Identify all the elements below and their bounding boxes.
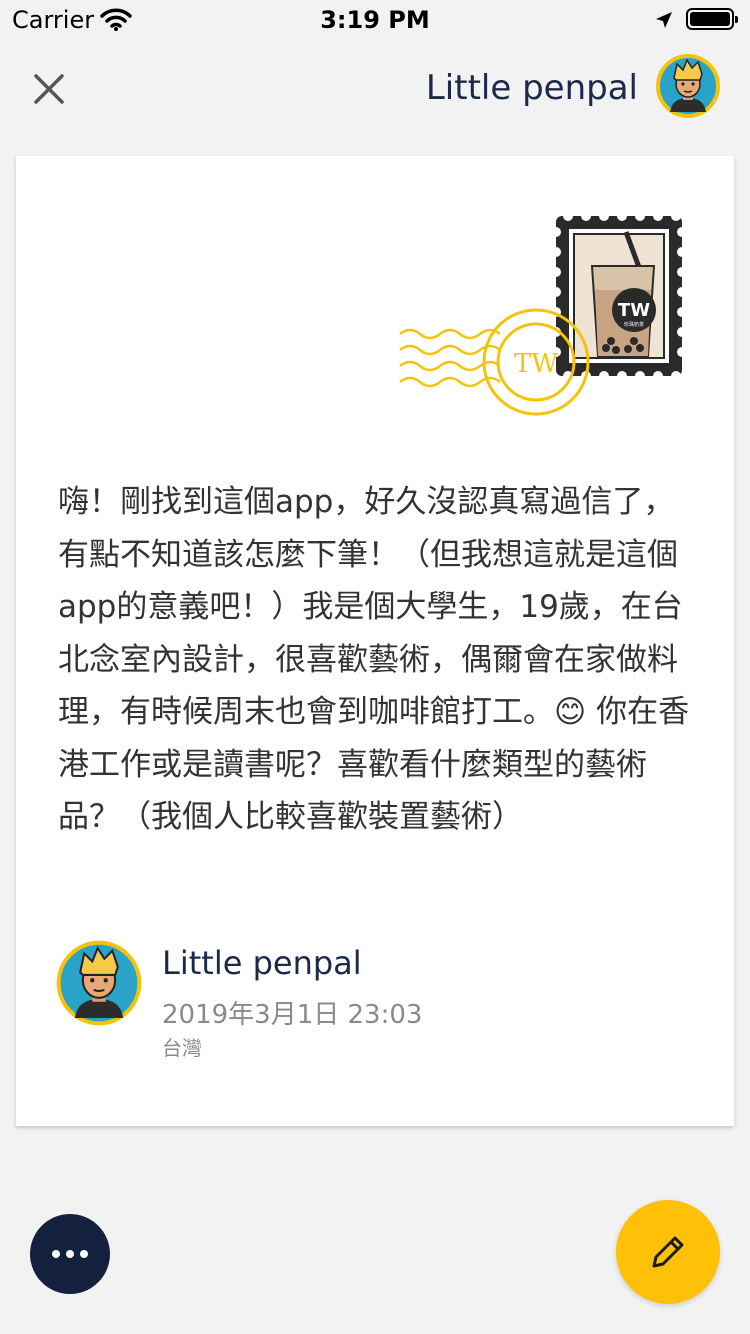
author-name: Little penpal (162, 944, 362, 982)
stamp-sub-label: 珍珠奶茶 (624, 321, 644, 328)
battery-icon (686, 8, 738, 30)
letter-date: 2019年3月1日 23:03 (162, 1000, 423, 1030)
compose-reply-button[interactable] (616, 1200, 720, 1304)
status-time: 3:19 PM (320, 6, 430, 34)
close-icon (34, 74, 64, 104)
letter-location: 台灣 (162, 1036, 202, 1060)
letter-card: TW 珍珠奶茶 TW 嗨！剛找到這個app，好久沒認真寫過信了，有點不知道該怎麼… (16, 156, 734, 1126)
postmark-label: TW (514, 349, 558, 379)
more-options-button[interactable] (30, 1214, 110, 1294)
author-avatar[interactable] (56, 940, 142, 1026)
close-button[interactable] (28, 68, 70, 110)
location-arrow-icon (656, 12, 672, 28)
pencil-icon (652, 1236, 684, 1268)
header-avatar[interactable] (656, 54, 720, 118)
status-bar: Carrier 3:19 PM (0, 0, 750, 40)
penpal-name-title: Little penpal (425, 68, 638, 108)
stamp-illustration: TW 珍珠奶茶 TW (399, 211, 687, 416)
letter-body: 嗨！剛找到這個app，好久沒認真寫過信了，有點不知道該怎麼下筆！（但我想這就是這… (58, 484, 690, 835)
stamp-label: TW (618, 300, 650, 321)
more-dots-icon (52, 1250, 60, 1258)
